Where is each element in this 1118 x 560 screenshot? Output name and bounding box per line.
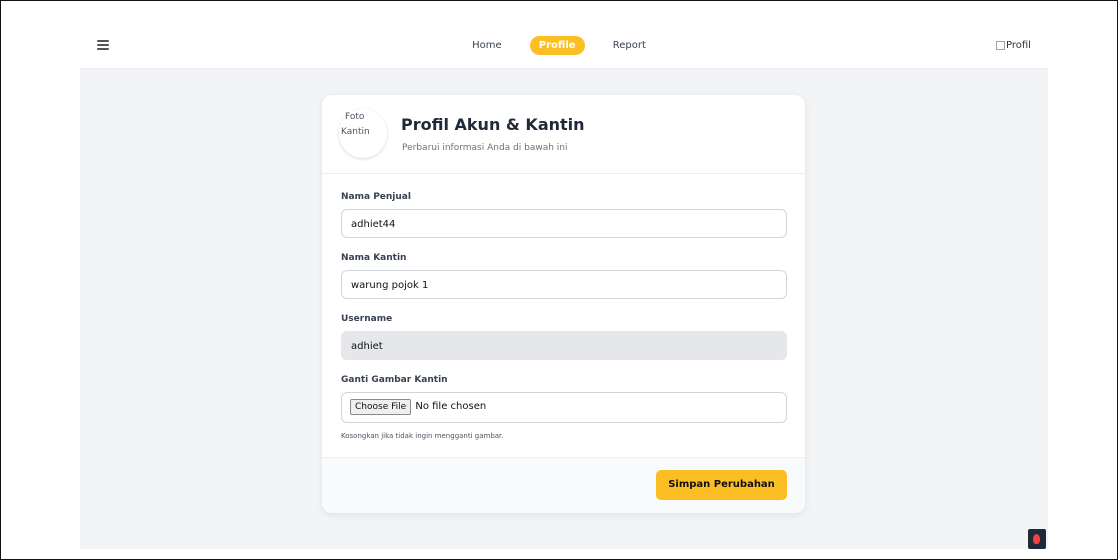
- canteen-photo: Foto Kantin: [339, 109, 387, 158]
- card-footer: Simpan Perubahan: [322, 457, 805, 513]
- nav-home[interactable]: Home: [463, 36, 511, 55]
- broken-image-icon: [996, 40, 1005, 50]
- save-changes-button[interactable]: Simpan Perubahan: [656, 470, 787, 500]
- photo-alt-line1: Foto: [345, 112, 365, 122]
- username-label: Username: [341, 314, 393, 324]
- image-hint: Kosongkan jika tidak ingin mengganti gam…: [341, 432, 504, 440]
- flame-icon: [1033, 534, 1040, 544]
- main-nav: Home Profile Report: [0, 36, 1118, 55]
- seller-name-input[interactable]: adhiet44: [341, 209, 787, 238]
- card-subtitle: Perbarui informasi Anda di bawah ini: [402, 143, 568, 153]
- username-input: adhiet: [341, 331, 787, 360]
- seller-name-label: Nama Penjual: [341, 192, 411, 202]
- card-title: Profil Akun & Kantin: [401, 115, 585, 134]
- canteen-name-label: Nama Kantin: [341, 253, 407, 263]
- profile-avatar[interactable]: Profil: [996, 40, 1031, 51]
- choose-file-button[interactable]: Choose File: [350, 399, 412, 415]
- card-header: Foto Kantin Profil Akun & Kantin Perbaru…: [322, 95, 805, 174]
- nav-profile[interactable]: Profile: [529, 36, 585, 55]
- canteen-name-input[interactable]: warung pojok 1: [341, 270, 787, 299]
- profile-avatar-alt: Profil: [1006, 40, 1031, 51]
- debug-toolbar-icon[interactable]: [1028, 529, 1046, 549]
- image-label: Ganti Gambar Kantin: [341, 375, 448, 385]
- profile-form: Nama Penjual adhiet44 Nama Kantin warung…: [341, 192, 787, 440]
- image-file-input[interactable]: Choose File No file chosen: [341, 392, 787, 423]
- nav-report[interactable]: Report: [604, 36, 655, 55]
- photo-alt-line2: Kantin: [341, 127, 370, 137]
- file-status: No file chosen: [415, 401, 487, 412]
- profile-card: Foto Kantin Profil Akun & Kantin Perbaru…: [322, 95, 805, 513]
